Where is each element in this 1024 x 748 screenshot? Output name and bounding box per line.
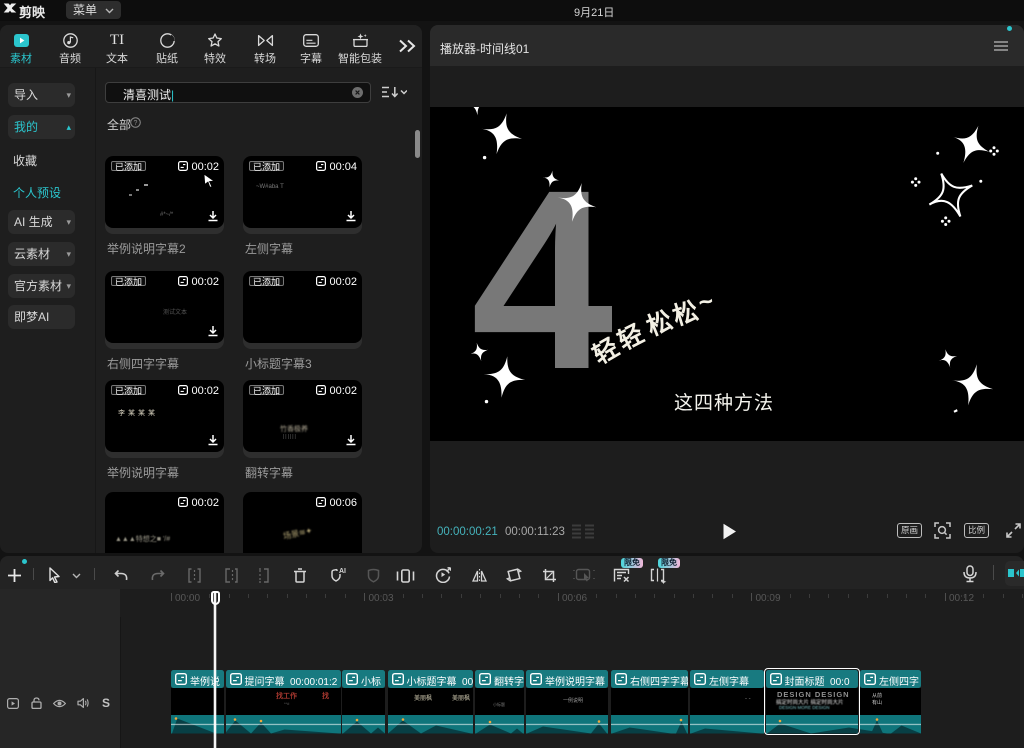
svg-text:?: ? xyxy=(134,120,138,127)
svg-text:AI: AI xyxy=(339,568,346,575)
